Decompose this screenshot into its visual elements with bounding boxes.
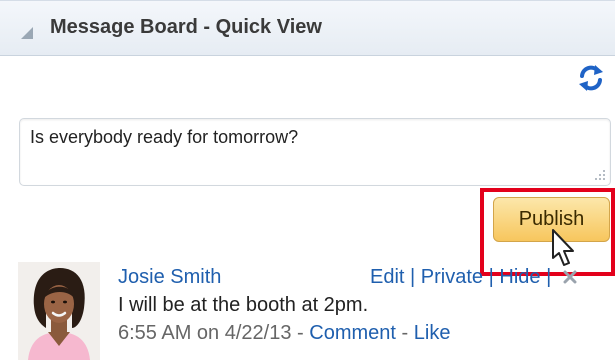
meta-separator: - [401,322,409,344]
delete-x-icon[interactable] [563,270,577,284]
hide-link[interactable]: Hide [499,266,540,288]
resize-grip-icon[interactable] [592,167,606,181]
collapse-triangle-icon[interactable] [19,25,35,41]
post-actions: Edit | Private | Hide | [370,266,577,289]
actions-separator: | [488,266,494,288]
message-composer: Is everybody ready for tomorrow? [19,118,611,186]
private-link[interactable]: Private [421,266,483,288]
avatar[interactable] [18,262,100,360]
actions-separator: | [546,266,552,288]
panel-header: Message Board - Quick View [0,0,615,56]
post-meta: 6:55 AM on 4/22/13 - Comment - Like [118,322,450,345]
highlight-frame [480,188,615,276]
post-author-link[interactable]: Josie Smith [118,266,221,289]
post-message: I will be at the booth at 2pm. [118,294,369,316]
comment-link[interactable]: Comment [309,322,396,344]
actions-separator: | [410,266,416,288]
like-link[interactable]: Like [414,322,451,344]
panel-title: Message Board - Quick View [50,16,322,38]
message-input[interactable]: Is everybody ready for tomorrow? [20,119,610,185]
post-timestamp: 6:55 AM on 4/22/13 [118,322,292,344]
edit-link[interactable]: Edit [370,266,404,288]
refresh-icon[interactable] [576,63,606,93]
meta-separator: - [297,322,304,344]
